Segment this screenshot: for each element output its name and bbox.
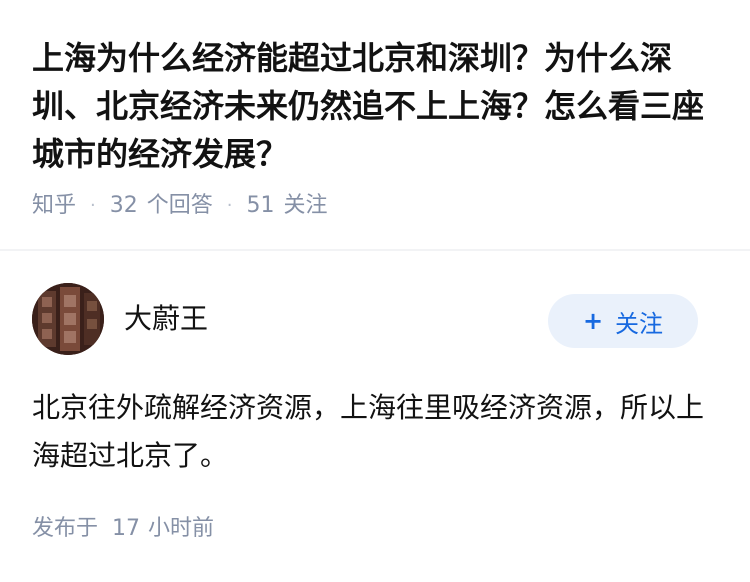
published-prefix: 发布于 (32, 516, 99, 541)
follow-button[interactable]: + 关注 (548, 294, 698, 348)
question-title[interactable]: 上海为什么经济能超过北京和深圳？为什么深圳、北京经济未来仍然追不上上海？怎么看三… (32, 34, 722, 178)
plus-icon: + (582, 307, 604, 335)
source-label[interactable]: 知乎 (32, 191, 76, 221)
published-suffix: 小时前 (148, 516, 215, 541)
author-row: 大蔚王 + 关注 (32, 283, 718, 359)
author-name[interactable]: 大蔚王 (124, 301, 208, 337)
answer-timestamp: 发布于 17 小时前 (32, 514, 214, 544)
published-num: 17 (112, 516, 141, 541)
question-header: 上海为什么经济能超过北京和深圳？为什么深圳、北京经济未来仍然追不上上海？怎么看三… (32, 34, 722, 221)
avatar[interactable] (32, 283, 104, 355)
avatar-image (32, 283, 104, 355)
followers-label: 关注 (283, 193, 328, 218)
answer-content[interactable]: 北京往外疏解经济资源，上海往里吸经济资源，所以上海超过北京了。 (32, 384, 718, 480)
followers-count: 51 (246, 193, 275, 218)
meta-separator: · (226, 195, 233, 216)
section-divider (0, 249, 750, 251)
question-meta: 知乎 · 32 个回答 · 51 关注 (32, 191, 722, 221)
answers-label[interactable]: 个回答 (147, 191, 213, 221)
meta-separator: · (90, 195, 96, 216)
follow-label: 关注 (615, 309, 664, 338)
answers-count: 32 (109, 193, 138, 218)
